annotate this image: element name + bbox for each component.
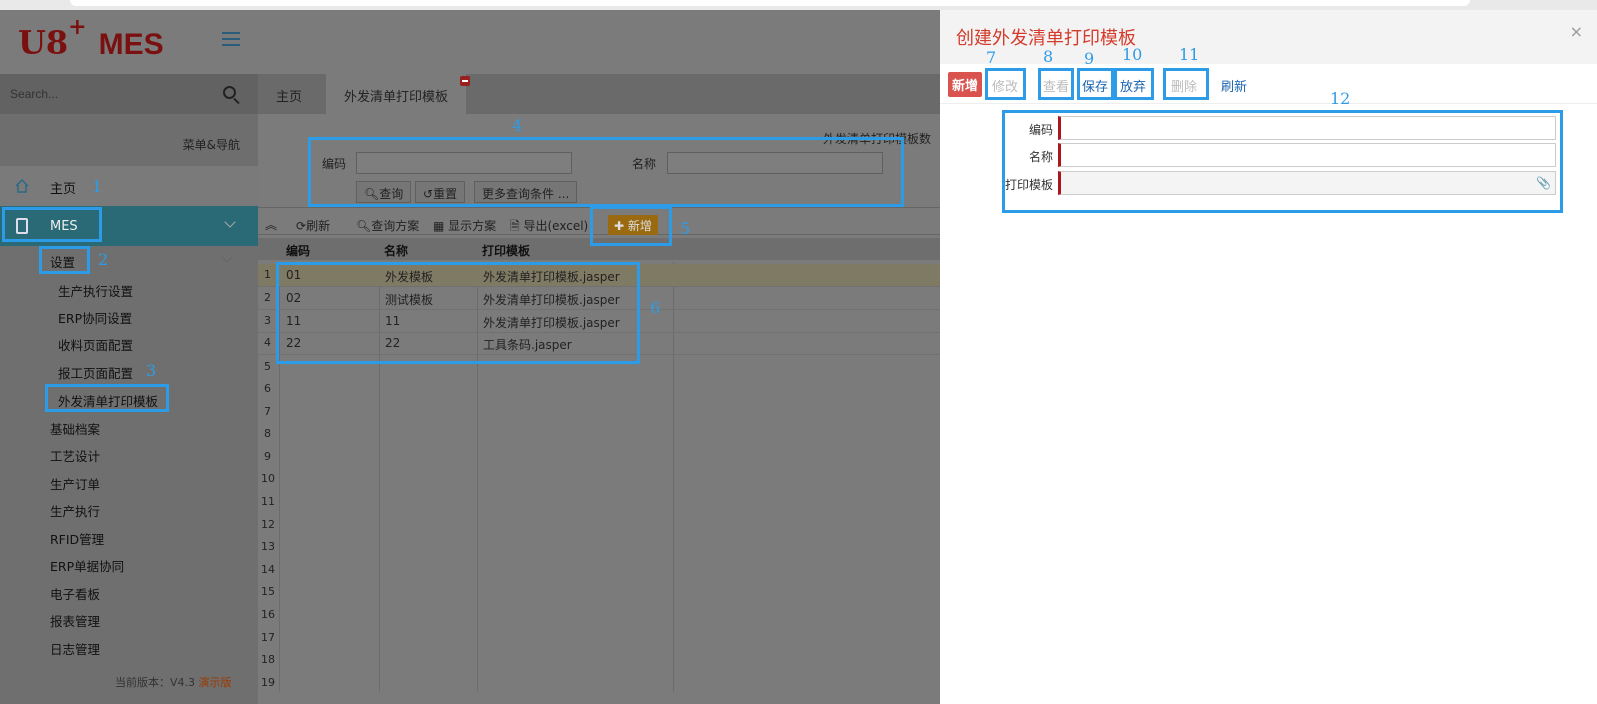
search-icon: 🔍︎ [356, 219, 372, 233]
logo: U8+MES [18, 14, 164, 62]
annotation-number: 5 [680, 219, 691, 238]
sidebar-group[interactable]: ERP单据协同 [50, 556, 124, 575]
button-label: 导出(excel) [523, 219, 589, 233]
column-header-template[interactable]: 打印模板 [482, 242, 530, 259]
sidebar-group[interactable]: 基础档案 [50, 419, 100, 438]
sidebar-group[interactable]: 电子看板 [50, 584, 100, 603]
row-number: 1 [264, 268, 271, 281]
sidebar-subitem[interactable]: 生产执行设置 [58, 281, 133, 300]
sidebar-group[interactable]: RFID管理 [50, 529, 104, 548]
row-number: 10 [261, 472, 275, 485]
row-number: 5 [264, 360, 271, 373]
row-number: 11 [261, 495, 275, 508]
tab-home[interactable]: 主页 [258, 74, 320, 114]
annotation-box [2, 207, 102, 242]
row-number: 6 [264, 382, 271, 395]
sidebar-group[interactable]: 工艺设计 [50, 446, 100, 465]
row-number: 17 [261, 631, 275, 644]
row-number: 8 [264, 427, 271, 440]
annotation-box [45, 384, 169, 412]
close-icon[interactable]: × [1570, 22, 1583, 41]
refresh-button[interactable]: ⟳刷新 [296, 217, 330, 234]
annotation-box [1077, 68, 1114, 100]
column-header-code[interactable]: 编码 [286, 242, 310, 259]
row-number: 2 [264, 291, 271, 304]
row-number: 13 [261, 540, 275, 553]
annotation-number: 11 [1179, 45, 1200, 64]
button-label: 刷新 [306, 219, 331, 233]
sidebar-subitem[interactable]: 收料页面配置 [58, 335, 133, 354]
row-number: 12 [261, 518, 275, 531]
refresh-button[interactable]: 刷新 [1221, 76, 1247, 95]
search-icon[interactable] [223, 86, 236, 99]
row-number: 7 [264, 405, 271, 418]
annotation-number: 4 [512, 116, 523, 135]
annotation-box [276, 262, 640, 364]
file-icon: 🗎 [510, 219, 520, 233]
annotation-box [590, 206, 672, 246]
annotation-number: 9 [1084, 49, 1095, 68]
query-scheme-button[interactable]: 🔍︎查询方案 [356, 217, 419, 234]
column-header-name[interactable]: 名称 [384, 242, 408, 259]
tab-bar: 主页 外发清单打印模板 [258, 74, 958, 114]
row-number: 9 [264, 450, 271, 463]
annotation-number: 12 [1330, 89, 1351, 108]
sidebar-group[interactable]: 生产执行 [50, 501, 100, 520]
close-tab-icon[interactable] [460, 76, 471, 86]
row-number: 15 [261, 585, 275, 598]
sidebar-group[interactable]: 报表管理 [50, 611, 100, 630]
row-number: 3 [264, 314, 271, 327]
sidebar-search [0, 74, 258, 114]
annotation-box [308, 137, 904, 207]
collapse-icon[interactable]: ︽ [265, 216, 277, 233]
row-number: 4 [264, 336, 271, 349]
browser-top-strip [0, 0, 1597, 10]
sidebar-subitem[interactable]: 报工页面配置 [58, 363, 133, 382]
annotation-box [1163, 68, 1209, 100]
display-scheme-button[interactable]: ▦ 显示方案 [433, 217, 496, 234]
sidebar: U8+MES 菜单&导航 主页 MES [0, 10, 258, 704]
row-number: 16 [261, 608, 275, 621]
menu-toggle-icon[interactable] [222, 32, 240, 46]
annotation-box [1038, 68, 1074, 100]
sidebar-subitem[interactable]: ERP协同设置 [58, 308, 132, 327]
chevron-down-icon [224, 216, 236, 228]
nav-title: 菜单&导航 [0, 114, 258, 166]
annotation-number: 1 [92, 177, 103, 196]
annotation-number: 10 [1122, 45, 1143, 64]
annotation-number: 7 [986, 48, 997, 67]
sidebar-group[interactable]: 日志管理 [50, 639, 100, 658]
tab-outsource-template[interactable]: 外发清单打印模板 [326, 74, 471, 114]
export-excel-button[interactable]: 🗎 导出(excel) [510, 217, 588, 238]
annotation-box [985, 68, 1026, 100]
annotation-box [39, 246, 90, 274]
tab-label: 外发清单打印模板 [344, 90, 449, 105]
logo-area: U8+MES [0, 10, 258, 74]
refresh-icon: ⟳ [296, 219, 307, 233]
annotation-box [1114, 68, 1154, 100]
button-label: 查询方案 [371, 219, 420, 233]
version-info: 当前版本：V4.3 演示版 [115, 676, 232, 689]
home-icon [15, 178, 29, 193]
row-number: 18 [261, 653, 275, 666]
annotation-number: 6 [650, 298, 661, 317]
grid-icon: ▦ [433, 219, 445, 233]
button-label: 显示方案 [448, 219, 497, 233]
annotation-box [1002, 110, 1563, 213]
row-number: 14 [261, 563, 275, 576]
sidebar-group[interactable]: 生产订单 [50, 474, 100, 493]
annotation-number: 2 [98, 250, 109, 269]
search-input[interactable] [10, 84, 210, 104]
panel-header: 创建外发清单打印模板 × [940, 10, 1597, 64]
row-number: 19 [261, 676, 275, 689]
new-button[interactable]: 新增 [948, 72, 983, 97]
sidebar-item-label: 主页 [50, 182, 77, 197]
annotation-number: 8 [1043, 47, 1054, 66]
annotation-number: 3 [146, 361, 157, 380]
sidebar-item-home[interactable]: 主页 [0, 166, 258, 206]
